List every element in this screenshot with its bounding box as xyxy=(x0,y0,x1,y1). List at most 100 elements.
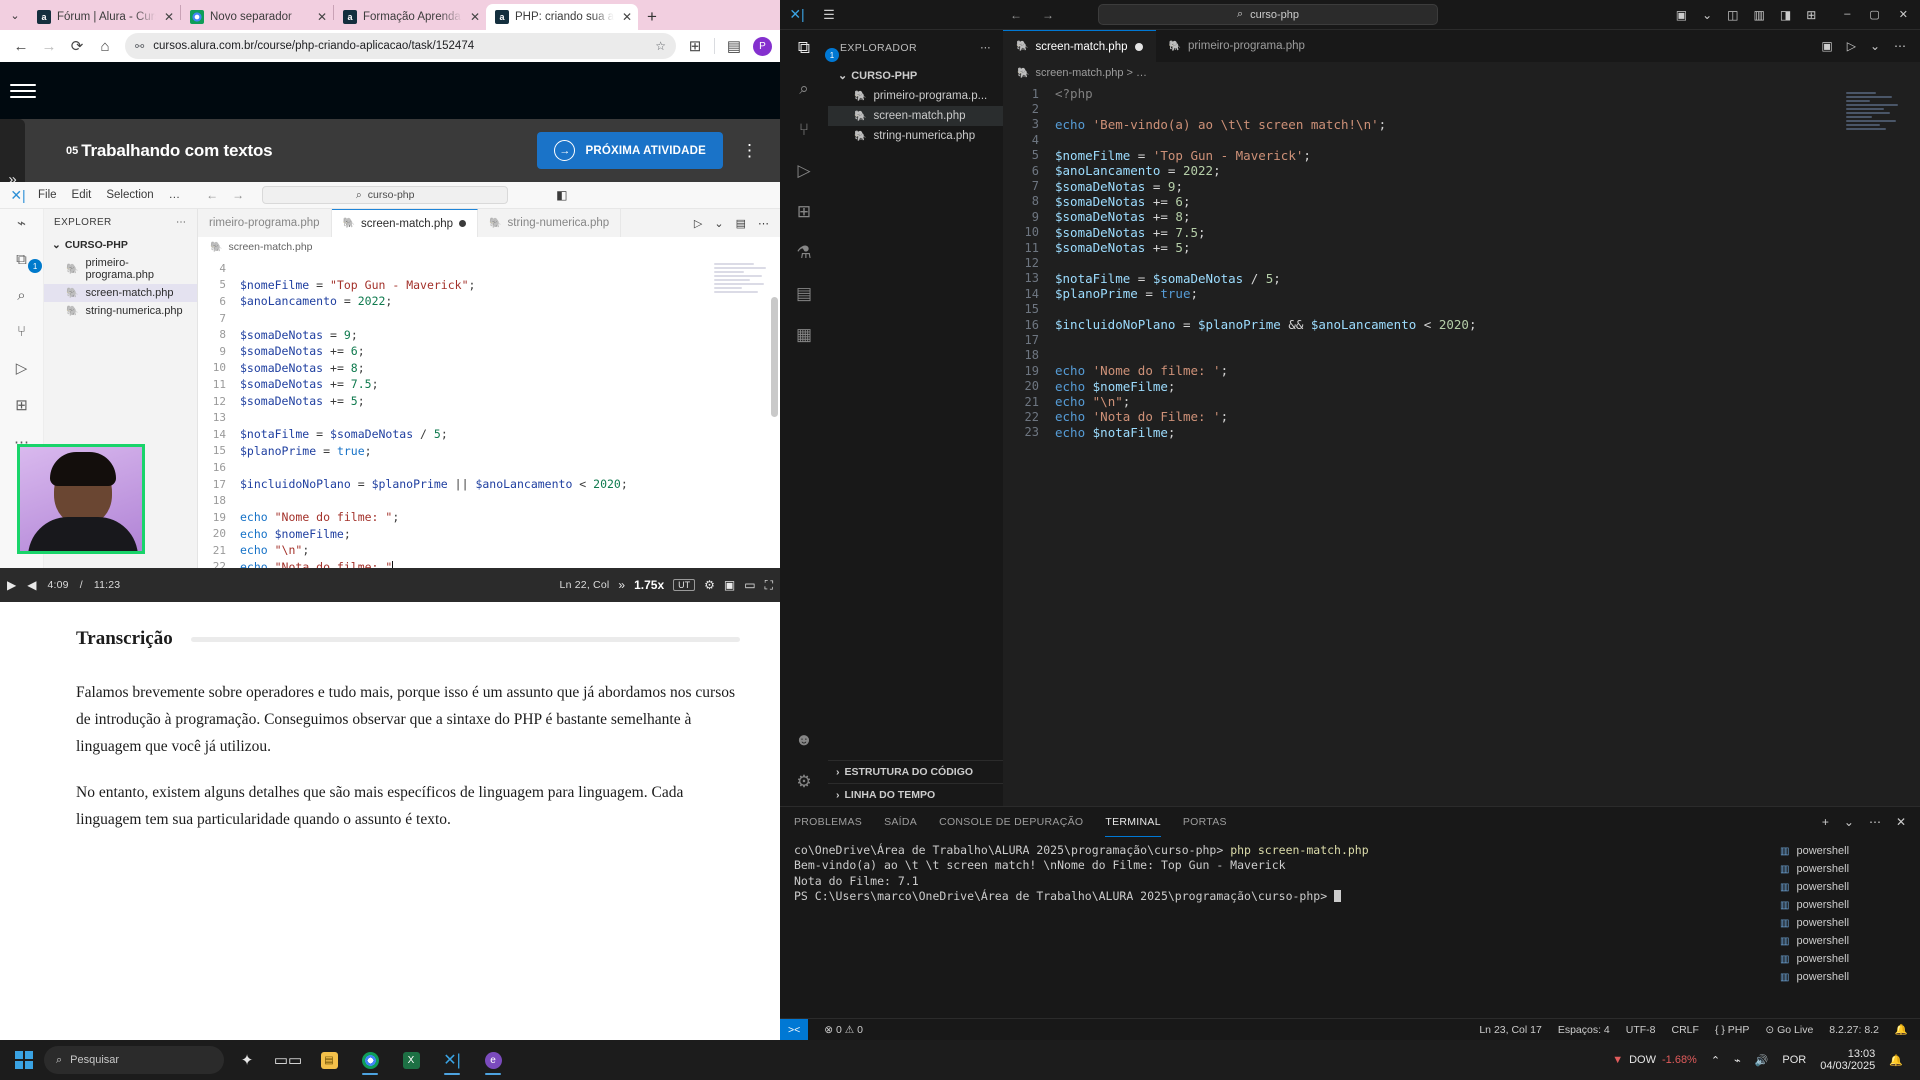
code-text[interactable]: <?php xyxy=(1055,86,1093,101)
code-text[interactable]: $notaFilme = $somaDeNotas / 5; xyxy=(240,427,448,441)
code-text[interactable]: $somaDeNotas += 8; xyxy=(1055,209,1190,224)
minimize-button[interactable]: – xyxy=(1844,8,1850,21)
network-icon[interactable]: ⌁ xyxy=(1734,1054,1741,1067)
run-icon[interactable]: ▷ xyxy=(694,217,702,230)
terminal-item[interactable]: ▥ powershell xyxy=(1770,842,1920,860)
maximize-button[interactable]: ▢ xyxy=(1869,8,1879,21)
layout-panel-icon[interactable]: ▥ xyxy=(1754,8,1765,22)
vscode-dark-breadcrumb[interactable]: 🐘 screen-match.php > … xyxy=(1003,62,1920,84)
code-text[interactable]: echo 'Nota do Filme: '; xyxy=(1055,409,1228,424)
screen-share-icon[interactable]: ▣ xyxy=(1676,8,1687,22)
panel-tab-portas[interactable]: PORTAS xyxy=(1183,816,1227,828)
file-explorer-icon[interactable]: ▤ xyxy=(311,1044,347,1076)
code-text[interactable]: echo $nomeFilme; xyxy=(240,527,351,541)
stock-widget[interactable]: ▼ DOW -1.68% xyxy=(1612,1054,1697,1066)
code-text[interactable]: echo 'Bem-vindo(a) ao \t\t screen match!… xyxy=(1055,117,1386,132)
panel-left-icon[interactable]: ◧ xyxy=(556,188,567,202)
task-view-icon[interactable]: ▭▭ xyxy=(270,1044,306,1076)
terminal-item[interactable]: ▥ powershell xyxy=(1770,932,1920,950)
code-text[interactable]: $nomeFilme = 'Top Gun - Maverick'; xyxy=(1055,148,1311,163)
panel-tab-console-depuracao[interactable]: CONSOLE DE DEPURAÇÃO xyxy=(939,816,1083,828)
chevron-down-icon[interactable]: ⌄ xyxy=(1870,39,1880,53)
code-text[interactable]: $somaDeNotas += 5; xyxy=(240,394,365,408)
search-icon[interactable]: ⌕ xyxy=(799,79,809,99)
close-icon[interactable]: ✕ xyxy=(162,10,176,24)
chevron-up-icon[interactable]: ⌃ xyxy=(1711,1054,1720,1067)
code-text[interactable]: $somaDeNotas = 9; xyxy=(240,328,358,342)
close-button[interactable]: ✕ xyxy=(1899,8,1908,21)
explorer-file-primeiro-programa[interactable]: 🐘 primeiro-programa.p... xyxy=(828,86,1003,106)
run-debug-icon[interactable]: ▷ xyxy=(16,359,28,377)
source-control-icon[interactable]: ⑂ xyxy=(799,120,809,140)
taskbar-search[interactable]: ⌕ Pesquisar xyxy=(44,1046,224,1074)
vscode-icon[interactable]: ✕| xyxy=(434,1044,470,1076)
encoding[interactable]: UTF-8 xyxy=(1626,1024,1656,1036)
settings-gear-icon[interactable]: ⚙ xyxy=(704,578,715,592)
more-options-icon[interactable]: ⋮ xyxy=(741,142,758,159)
code-text[interactable]: echo 'Nome do filme: '; xyxy=(1055,363,1228,378)
editor-scrollbar[interactable] xyxy=(771,297,778,417)
run-icon[interactable]: ▷ xyxy=(1847,39,1856,53)
source-control-icon[interactable]: ⑂ xyxy=(17,323,26,340)
menu-selection[interactable]: Selection xyxy=(106,189,153,201)
code-text[interactable]: echo "\n"; xyxy=(240,543,309,557)
browser-tab-forum[interactable]: a Fórum | Alura - Curs ✕ xyxy=(28,4,180,30)
chevron-down-icon[interactable]: ⌄ xyxy=(1702,8,1712,22)
hamburger-menu-icon[interactable]: ☰ xyxy=(814,7,844,23)
indentation[interactable]: Espaços: 4 xyxy=(1558,1024,1610,1036)
settings-gear-icon[interactable]: ⚙ xyxy=(796,772,811,792)
rewind-button[interactable]: ◀ xyxy=(27,578,36,592)
picture-in-picture-icon[interactable]: ▣ xyxy=(724,578,735,592)
editor-tab-screen-match[interactable]: 🐘 screen-match.php xyxy=(331,209,479,237)
explorer-root-folder[interactable]: ⌄ CURSO-PHP xyxy=(44,236,197,254)
bookmark-star-icon[interactable]: ☆ xyxy=(655,39,666,53)
next-activity-button[interactable]: → PRÓXIMA ATIVIDADE xyxy=(537,132,723,169)
language-indicator[interactable]: POR xyxy=(1782,1054,1806,1066)
reload-icon[interactable]: ⟳ xyxy=(64,33,90,59)
menu-file[interactable]: File xyxy=(38,189,57,201)
copilot-icon[interactable]: ✦ xyxy=(229,1044,265,1076)
more-icon[interactable]: ⋯ xyxy=(1894,39,1906,53)
menu-edit[interactable]: Edit xyxy=(72,189,92,201)
panel-tab-problemas[interactable]: PROBLEMAS xyxy=(794,816,862,828)
fullscreen-icon[interactable]: ⛶ xyxy=(765,578,773,593)
php-version[interactable]: 8.2.27: 8.2 xyxy=(1829,1024,1879,1036)
playback-speed[interactable]: 1.75x xyxy=(634,578,664,592)
code-text[interactable]: $somaDeNotas += 6; xyxy=(240,344,365,358)
accounts-icon[interactable]: ☻ xyxy=(795,730,813,750)
tune-icon[interactable]: ⚯ xyxy=(135,40,144,53)
chevron-down-icon[interactable]: ⌄ xyxy=(1844,815,1854,829)
video-player-area[interactable]: ✕| File Edit Selection … ← → ⌕ curso-php… xyxy=(0,182,780,602)
vscode-dark-code[interactable]: 1 <?php 2 3 echo 'Bem-vindo(a) ao \t\t scree… xyxy=(1003,84,1920,806)
menu-more[interactable]: … xyxy=(169,189,181,201)
go-live-button[interactable]: ⊙ Go Live xyxy=(1765,1024,1813,1036)
chrome-icon[interactable] xyxy=(352,1044,388,1076)
bell-icon[interactable]: 🔔 xyxy=(1895,1023,1908,1036)
hamburger-icon[interactable] xyxy=(10,83,36,98)
errors-warnings[interactable]: ⊗ 0 ⚠ 0 xyxy=(824,1024,863,1036)
forward-icon[interactable]: → xyxy=(36,33,62,59)
code-text[interactable]: $nomeFilme = "Top Gun - Maverick"; xyxy=(240,278,475,292)
minimap[interactable] xyxy=(714,263,772,323)
theater-mode-icon[interactable]: ▭ xyxy=(744,578,755,592)
close-icon[interactable]: ✕ xyxy=(620,10,634,24)
layout-left-icon[interactable]: ◫ xyxy=(1727,8,1738,22)
excel-icon[interactable]: X xyxy=(393,1044,429,1076)
minimap[interactable] xyxy=(1846,92,1910,132)
panel-tab-terminal[interactable]: TERMINAL xyxy=(1105,807,1161,837)
code-text[interactable]: $somaDeNotas += 7.5; xyxy=(240,377,379,391)
code-text[interactable]: $incluidoNoPlano = $planoPrime && $anoLa… xyxy=(1055,317,1476,332)
browser-tab-formacao[interactable]: a Formação Aprenda ✕ xyxy=(334,4,486,30)
explorer-file-screen-match[interactable]: 🐘 screen-match.php xyxy=(828,106,1003,126)
extensions-icon[interactable]: ⊞ xyxy=(797,202,811,222)
more-icon[interactable]: ⋯ xyxy=(1869,815,1881,829)
editor-tab-string-numerica[interactable]: 🐘 string-numerica.php xyxy=(478,209,622,237)
language-mode[interactable]: { } PHP xyxy=(1715,1024,1749,1036)
new-terminal-icon[interactable]: + xyxy=(1822,815,1829,829)
forward-icon[interactable]: → xyxy=(232,188,244,202)
explorer-icon[interactable]: ⧉ 1 xyxy=(798,38,839,62)
cursor-position[interactable]: Ln 23, Col 17 xyxy=(1479,1024,1541,1036)
browser-tab-php-active[interactable]: a PHP: criando sua ap ✕ xyxy=(486,4,638,30)
explorer-file-primeiro-programa[interactable]: 🐘 primeiro-programa.php xyxy=(44,254,197,284)
back-icon[interactable]: ← xyxy=(1010,8,1022,22)
